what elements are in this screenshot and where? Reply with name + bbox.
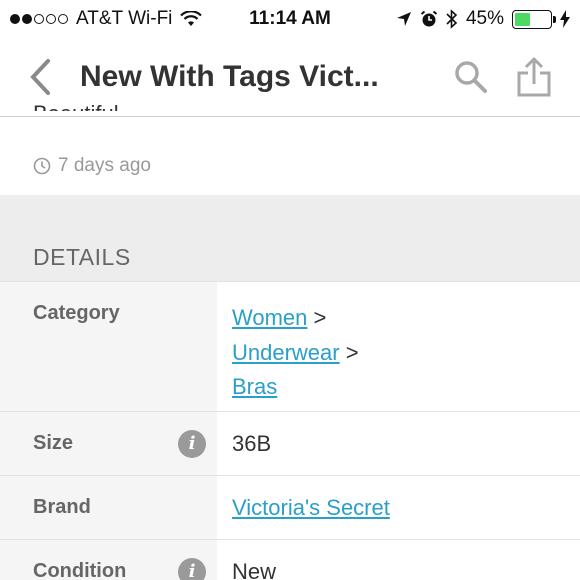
brand-link[interactable]: Victoria's Secret xyxy=(232,495,390,520)
category-link-underwear[interactable]: Underwear xyxy=(232,340,340,365)
category-separator: > xyxy=(313,305,327,330)
category-separator: > xyxy=(345,339,359,365)
battery-icon xyxy=(512,9,556,29)
bluetooth-icon xyxy=(446,9,458,29)
condition-info-icon[interactable]: i xyxy=(178,557,206,580)
charging-bolt-icon xyxy=(560,10,570,28)
condition-label: Condition i xyxy=(0,540,217,580)
category-link-bras[interactable]: Bras xyxy=(232,374,277,399)
status-right: 45% xyxy=(396,8,570,30)
size-label: Size i xyxy=(0,412,217,475)
nav-actions xyxy=(454,57,580,97)
size-info-icon[interactable]: i xyxy=(178,429,206,458)
carrier-label: AT&T Wi-Fi xyxy=(76,8,173,29)
share-icon[interactable] xyxy=(516,57,552,97)
location-arrow-icon xyxy=(396,12,411,26)
status-left: AT&T Wi-Fi xyxy=(10,8,240,30)
brand-label: Brand xyxy=(0,476,217,539)
chevron-left-icon xyxy=(30,59,50,95)
page-title: New With Tags Vict... xyxy=(80,60,379,93)
battery-percent: 45% xyxy=(465,8,504,29)
posted-time-text: 7 days ago xyxy=(58,155,151,176)
details-row-size: Size i 36B xyxy=(0,412,580,476)
brand-value: Victoria's Secret xyxy=(217,476,580,539)
description-text: Beautiful. xyxy=(33,101,125,111)
search-icon[interactable] xyxy=(454,60,488,94)
category-label: Category xyxy=(0,282,217,411)
details-row-category: Category Women > Underwear > Bras xyxy=(0,282,580,412)
battery-level xyxy=(515,12,531,26)
signal-strength-icon xyxy=(10,14,68,24)
details-header: DETAILS xyxy=(33,244,131,270)
details-row-brand: Brand Victoria's Secret xyxy=(0,476,580,540)
wifi-icon xyxy=(180,11,203,26)
size-value: 36B xyxy=(232,430,272,456)
condition-value: New xyxy=(232,558,277,580)
category-value: Women > Underwear > Bras xyxy=(217,282,580,411)
category-link-women[interactable]: Women xyxy=(232,305,307,330)
details-row-condition: Condition i New xyxy=(0,540,580,580)
details-table: Category Women > Underwear > Bras Size i… xyxy=(0,281,580,580)
posted-timestamp: 7 days ago xyxy=(33,155,151,177)
clock-icon xyxy=(33,157,51,175)
alarm-icon xyxy=(420,10,438,27)
status-bar: AT&T Wi-Fi 11:14 AM 45% xyxy=(0,0,580,38)
